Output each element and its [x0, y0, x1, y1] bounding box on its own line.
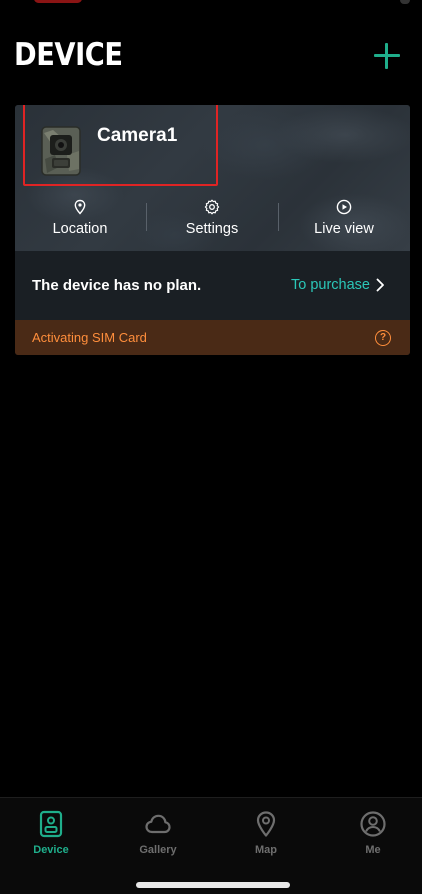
tab-me-label: Me	[365, 844, 381, 856]
add-device-button[interactable]	[372, 41, 402, 71]
play-circle-icon	[336, 199, 352, 215]
question-circle-icon[interactable]: ?	[375, 330, 391, 346]
chevron-right-icon[interactable]	[374, 278, 386, 292]
plan-row: The device has no plan. To purchase	[15, 251, 410, 320]
device-actions: Location Settings Live view	[15, 197, 410, 241]
location-label: Location	[52, 221, 108, 237]
tab-me[interactable]: Me	[333, 808, 413, 858]
location-action[interactable]: Location	[15, 197, 145, 241]
location-pin-icon	[74, 199, 86, 215]
purchase-link[interactable]: To purchase	[291, 277, 370, 293]
tab-gallery[interactable]: Gallery	[118, 808, 198, 858]
cloud-icon	[145, 814, 171, 834]
settings-action[interactable]: Settings	[147, 197, 277, 241]
device-card-header: Camera1 Location Settings Live view	[15, 105, 410, 251]
tab-device[interactable]: Device	[11, 808, 91, 858]
home-indicator[interactable]	[136, 882, 290, 888]
tab-device-label: Device	[33, 844, 69, 856]
live-view-label: Live view	[314, 221, 374, 237]
status-dot	[400, 0, 410, 4]
sim-status-row: Activating SIM Card ?	[15, 320, 410, 355]
user-circle-icon	[360, 811, 386, 837]
map-pin-icon	[256, 811, 276, 837]
gear-icon	[204, 199, 220, 215]
settings-label: Settings	[185, 221, 239, 237]
device-icon	[39, 810, 63, 838]
bottom-tab-bar: Device Gallery Map Me	[0, 797, 422, 894]
sim-status-text: Activating SIM Card	[32, 330, 147, 345]
highlight-box	[23, 105, 218, 186]
tab-map[interactable]: Map	[226, 808, 306, 858]
tab-map-label: Map	[255, 844, 277, 856]
status-bar	[0, 0, 422, 10]
page-title: DEVICE	[14, 37, 123, 73]
plan-message: The device has no plan.	[32, 277, 202, 294]
tab-gallery-label: Gallery	[139, 844, 177, 856]
device-card[interactable]: Camera1 Location Settings Live view The …	[15, 105, 410, 355]
recording-indicator	[34, 0, 82, 3]
live-view-action[interactable]: Live view	[279, 197, 409, 241]
